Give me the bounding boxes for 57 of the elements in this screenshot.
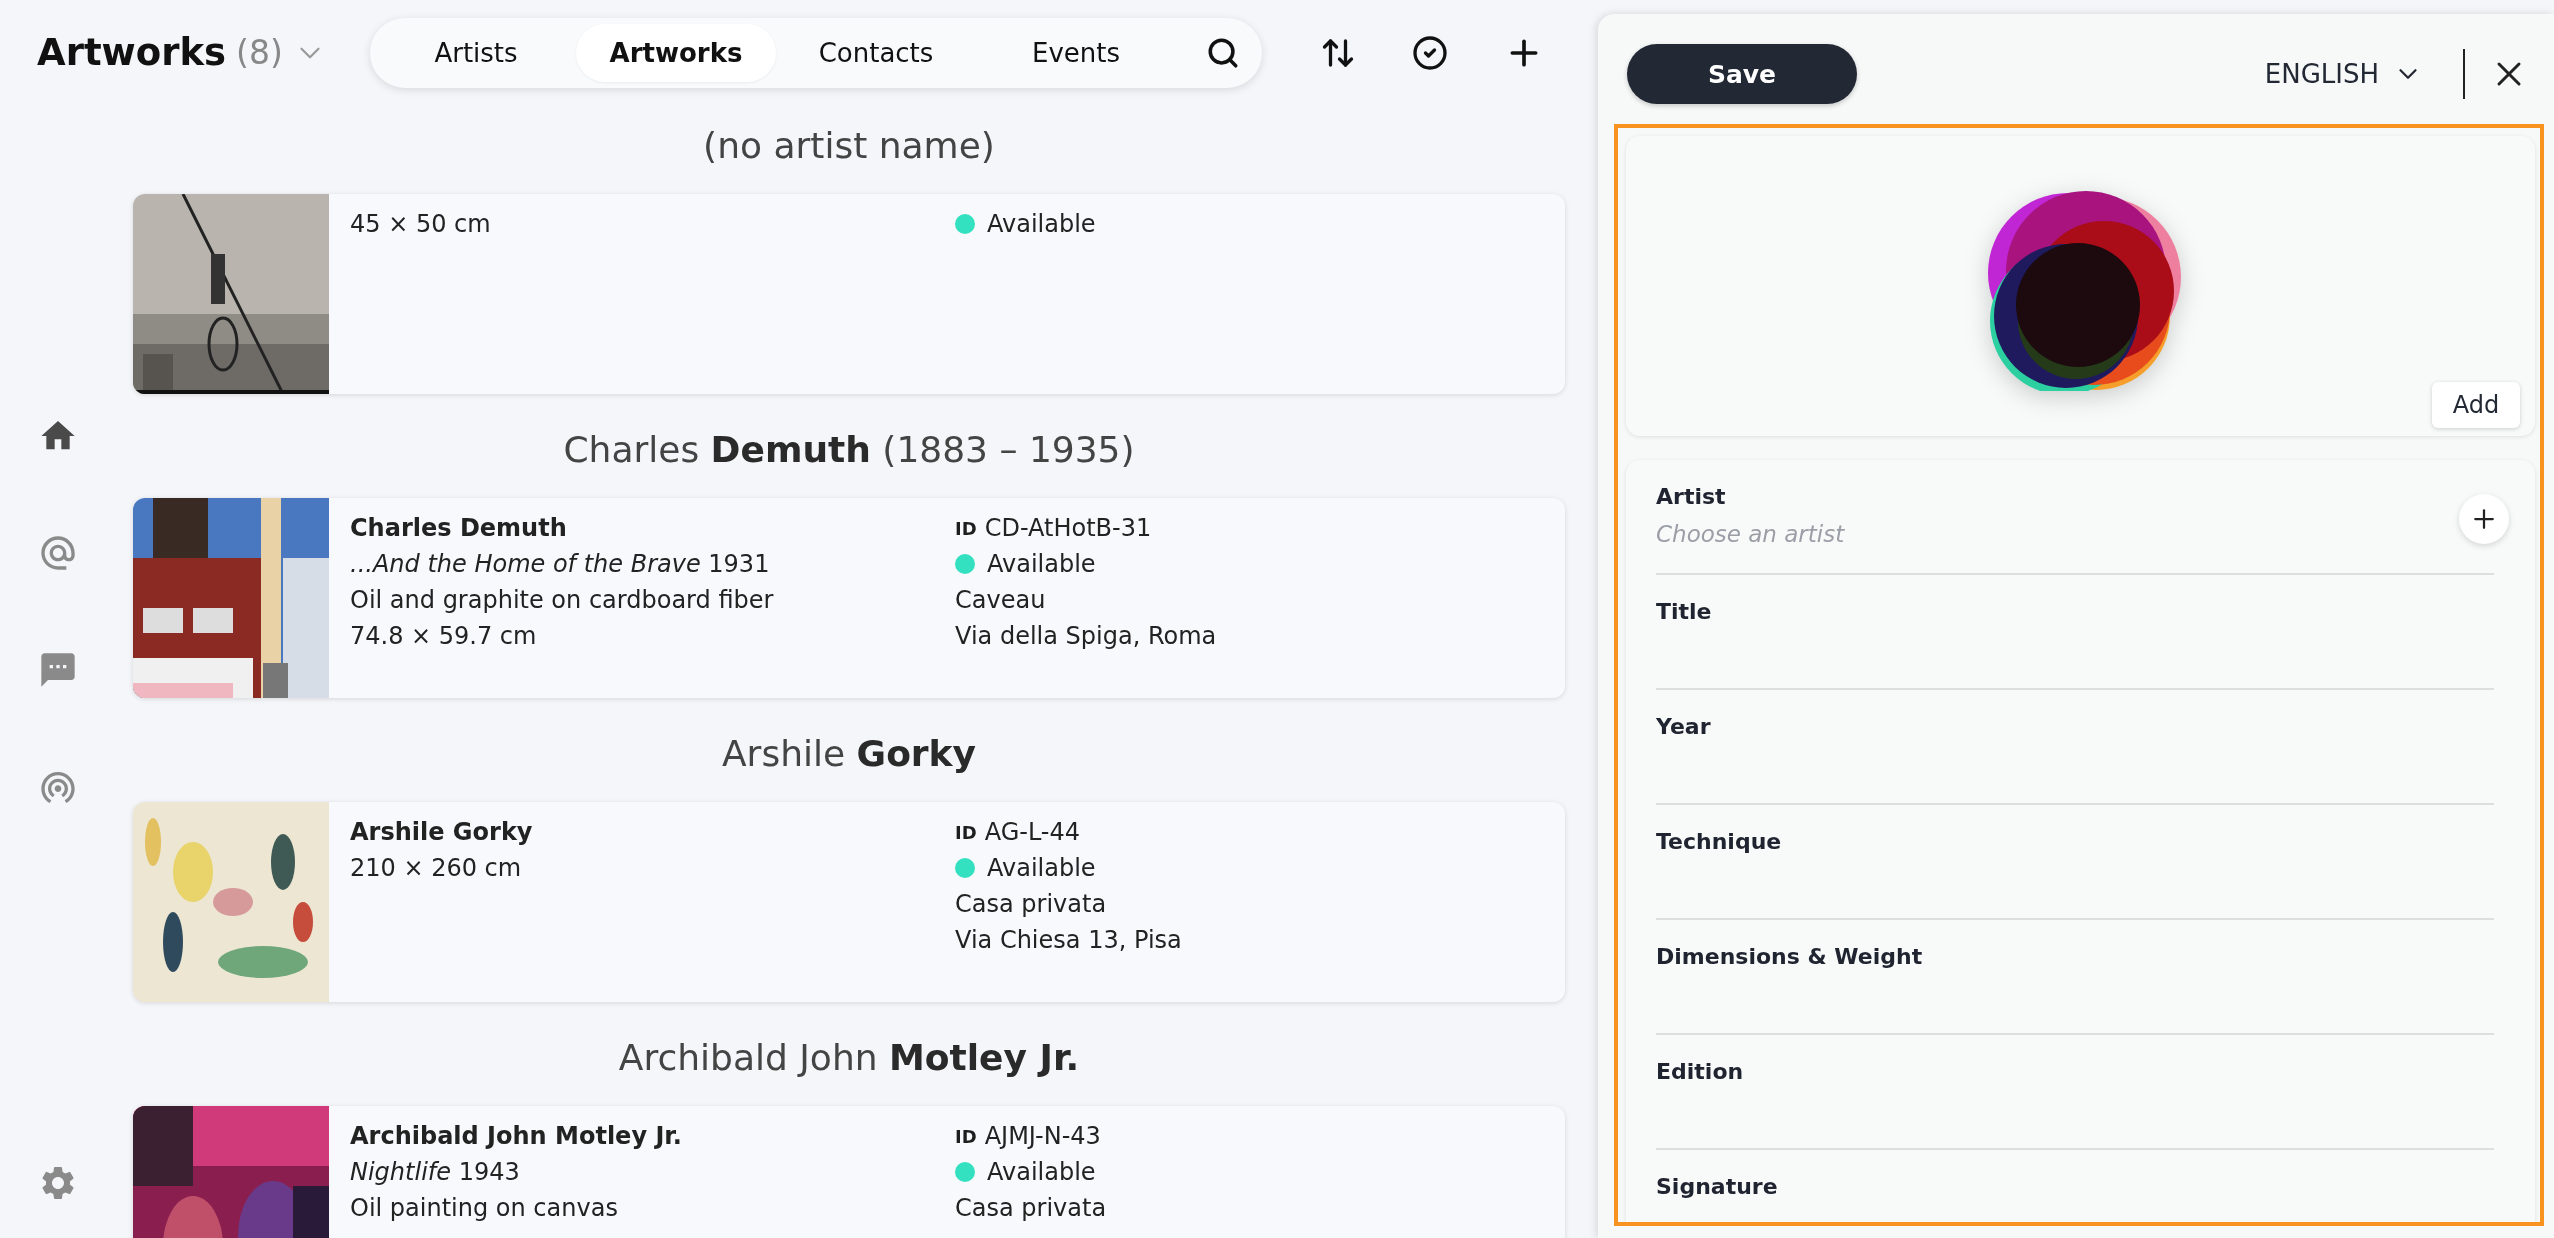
artwork-id: AJMJ-N-43 [984,1121,1101,1152]
artwork-detail: 210 × 260 cm [350,853,523,884]
item-count: (8) [236,33,283,72]
save-button[interactable]: Save [1627,44,1857,104]
location-text: Caveau [955,585,1047,616]
status-text: Available [987,549,1096,580]
tab[interactable]: Artists [376,23,576,82]
artist-name: Charles Demuth [350,513,568,544]
artwork-id: AG-L-44 [984,817,1081,848]
status-dot [955,858,975,878]
status-text: Available [987,853,1096,884]
tab[interactable]: Events [976,23,1176,82]
field-label: Signature [1656,1173,1778,1201]
artist-name: Archibald John Motley Jr. [350,1121,683,1152]
artist-heading: (no artist name) [702,124,996,168]
artwork-card[interactable]: Archibald John Motley Jr. Nightlife 1943 Oil painting on canvas ID AJMJ-N-43 Available Casa privata [133,1106,1565,1238]
artwork-card[interactable]: Arshile Gorky 210 × 260 cm ID AG-L-44 Available Casa privata Via Chiesa 13, Pisa [133,802,1565,1002]
field-label: Edition [1656,1058,1744,1086]
tab[interactable]: Artworks [576,23,776,82]
plus-icon[interactable] [2459,494,2509,544]
field-label: Year [1656,713,1711,741]
location-text: Casa privata [955,889,1108,920]
location-text: Via Chiesa 13, Pisa [955,925,1183,956]
id-label: ID [955,517,977,539]
artwork-detail: Nightlife 1943 [350,1157,521,1188]
id-label: ID [955,1125,977,1147]
add-button[interactable]: Add [2432,382,2520,428]
input-field[interactable]: Choose an artist [1656,519,2327,549]
id-label: ID [955,821,977,843]
artist-heading: Arshile Gorky [720,732,978,776]
status-dot [955,214,975,234]
field-label: Artist [1656,483,1726,511]
artwork-detail: 45 × 50 cm [350,209,492,240]
language-select[interactable]: ENGLISH [2264,59,2423,89]
page-title: Artworks [37,31,227,74]
artwork-id: CD-AtHotB-31 [984,513,1152,544]
tab[interactable]: Contacts [776,23,976,82]
artwork-card[interactable]: 45 × 50 cm Available [133,194,1565,394]
status-dot [955,1162,975,1182]
artwork-detail: 74.8 × 59.7 cm [350,621,538,652]
artwork-detail: Oil painting on canvas [350,1193,619,1224]
search-icon[interactable] [1206,35,1240,70]
artist-heading: Archibald John Motley Jr. [617,1036,1081,1080]
artwork-detail: Oil and graphite on cardboard fiber [350,585,775,616]
artwork-detail: ...And the Home of the Brave 1931 [350,549,771,580]
location-text: Casa privata [955,1193,1108,1224]
artist-heading: Charles Demuth (1883 – 1935) [562,428,1136,472]
artist-name: Arshile Gorky [350,817,534,848]
field-label: Dimensions & Weight [1656,943,1923,971]
status-dot [955,554,975,574]
field-label: Title [1656,598,1712,626]
status-text: Available [987,209,1096,240]
field-label: Technique [1656,828,1782,856]
location-text: Via della Spiga, Roma [955,621,1218,652]
status-text: Available [987,1157,1096,1188]
artwork-card[interactable]: Charles Demuth ...And the Home of the Brave 1931 Oil and graphite on cardboard fiber 74.8 × 59.7 cm ID CD-AtHotB-31 Available Caveau Via della Spiga, Roma [133,498,1565,698]
check-circle-icon[interactable] [1412,34,1448,71]
